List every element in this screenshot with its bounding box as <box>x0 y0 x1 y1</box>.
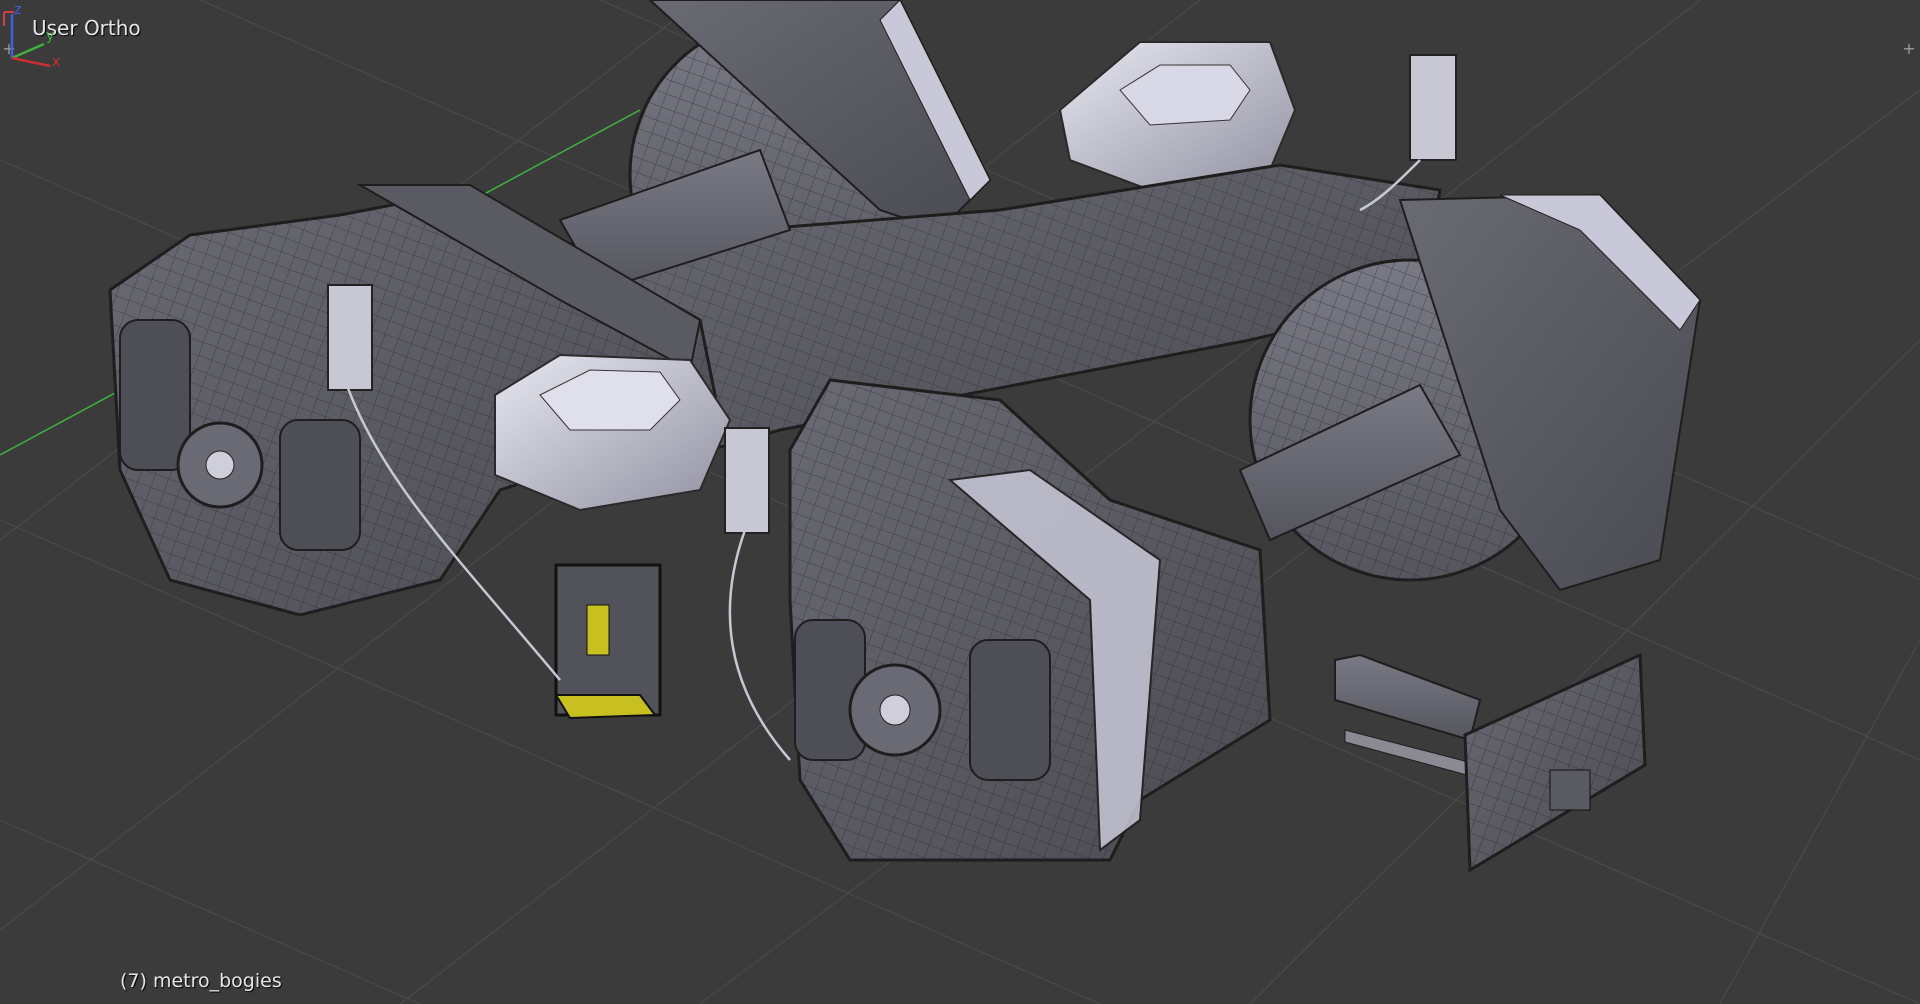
sensor-plate-center <box>724 427 770 534</box>
gizmo-z-label: z <box>14 2 21 18</box>
gizmo-y-label: y <box>46 28 54 44</box>
viewport-split-icon-right[interactable]: + <box>1902 41 1916 57</box>
suspension-pad-left[interactable] <box>494 353 732 512</box>
sensor-plate-left <box>327 284 373 391</box>
sensor-plate-top <box>1409 54 1457 161</box>
front-side-frame[interactable] <box>788 378 1272 862</box>
axis-gizmo: z y x <box>10 2 60 70</box>
detached-coupler-part[interactable] <box>1334 652 1647 873</box>
gizmo-x-label: x <box>52 54 60 70</box>
3d-viewport[interactable]: User Ortho + + z y x (7) metro_bogies <box>0 0 1920 1004</box>
viewport-canvas[interactable] <box>0 0 1920 1004</box>
selected-junction-box[interactable] <box>554 563 662 720</box>
active-object-label: (7) metro_bogies <box>120 970 282 992</box>
